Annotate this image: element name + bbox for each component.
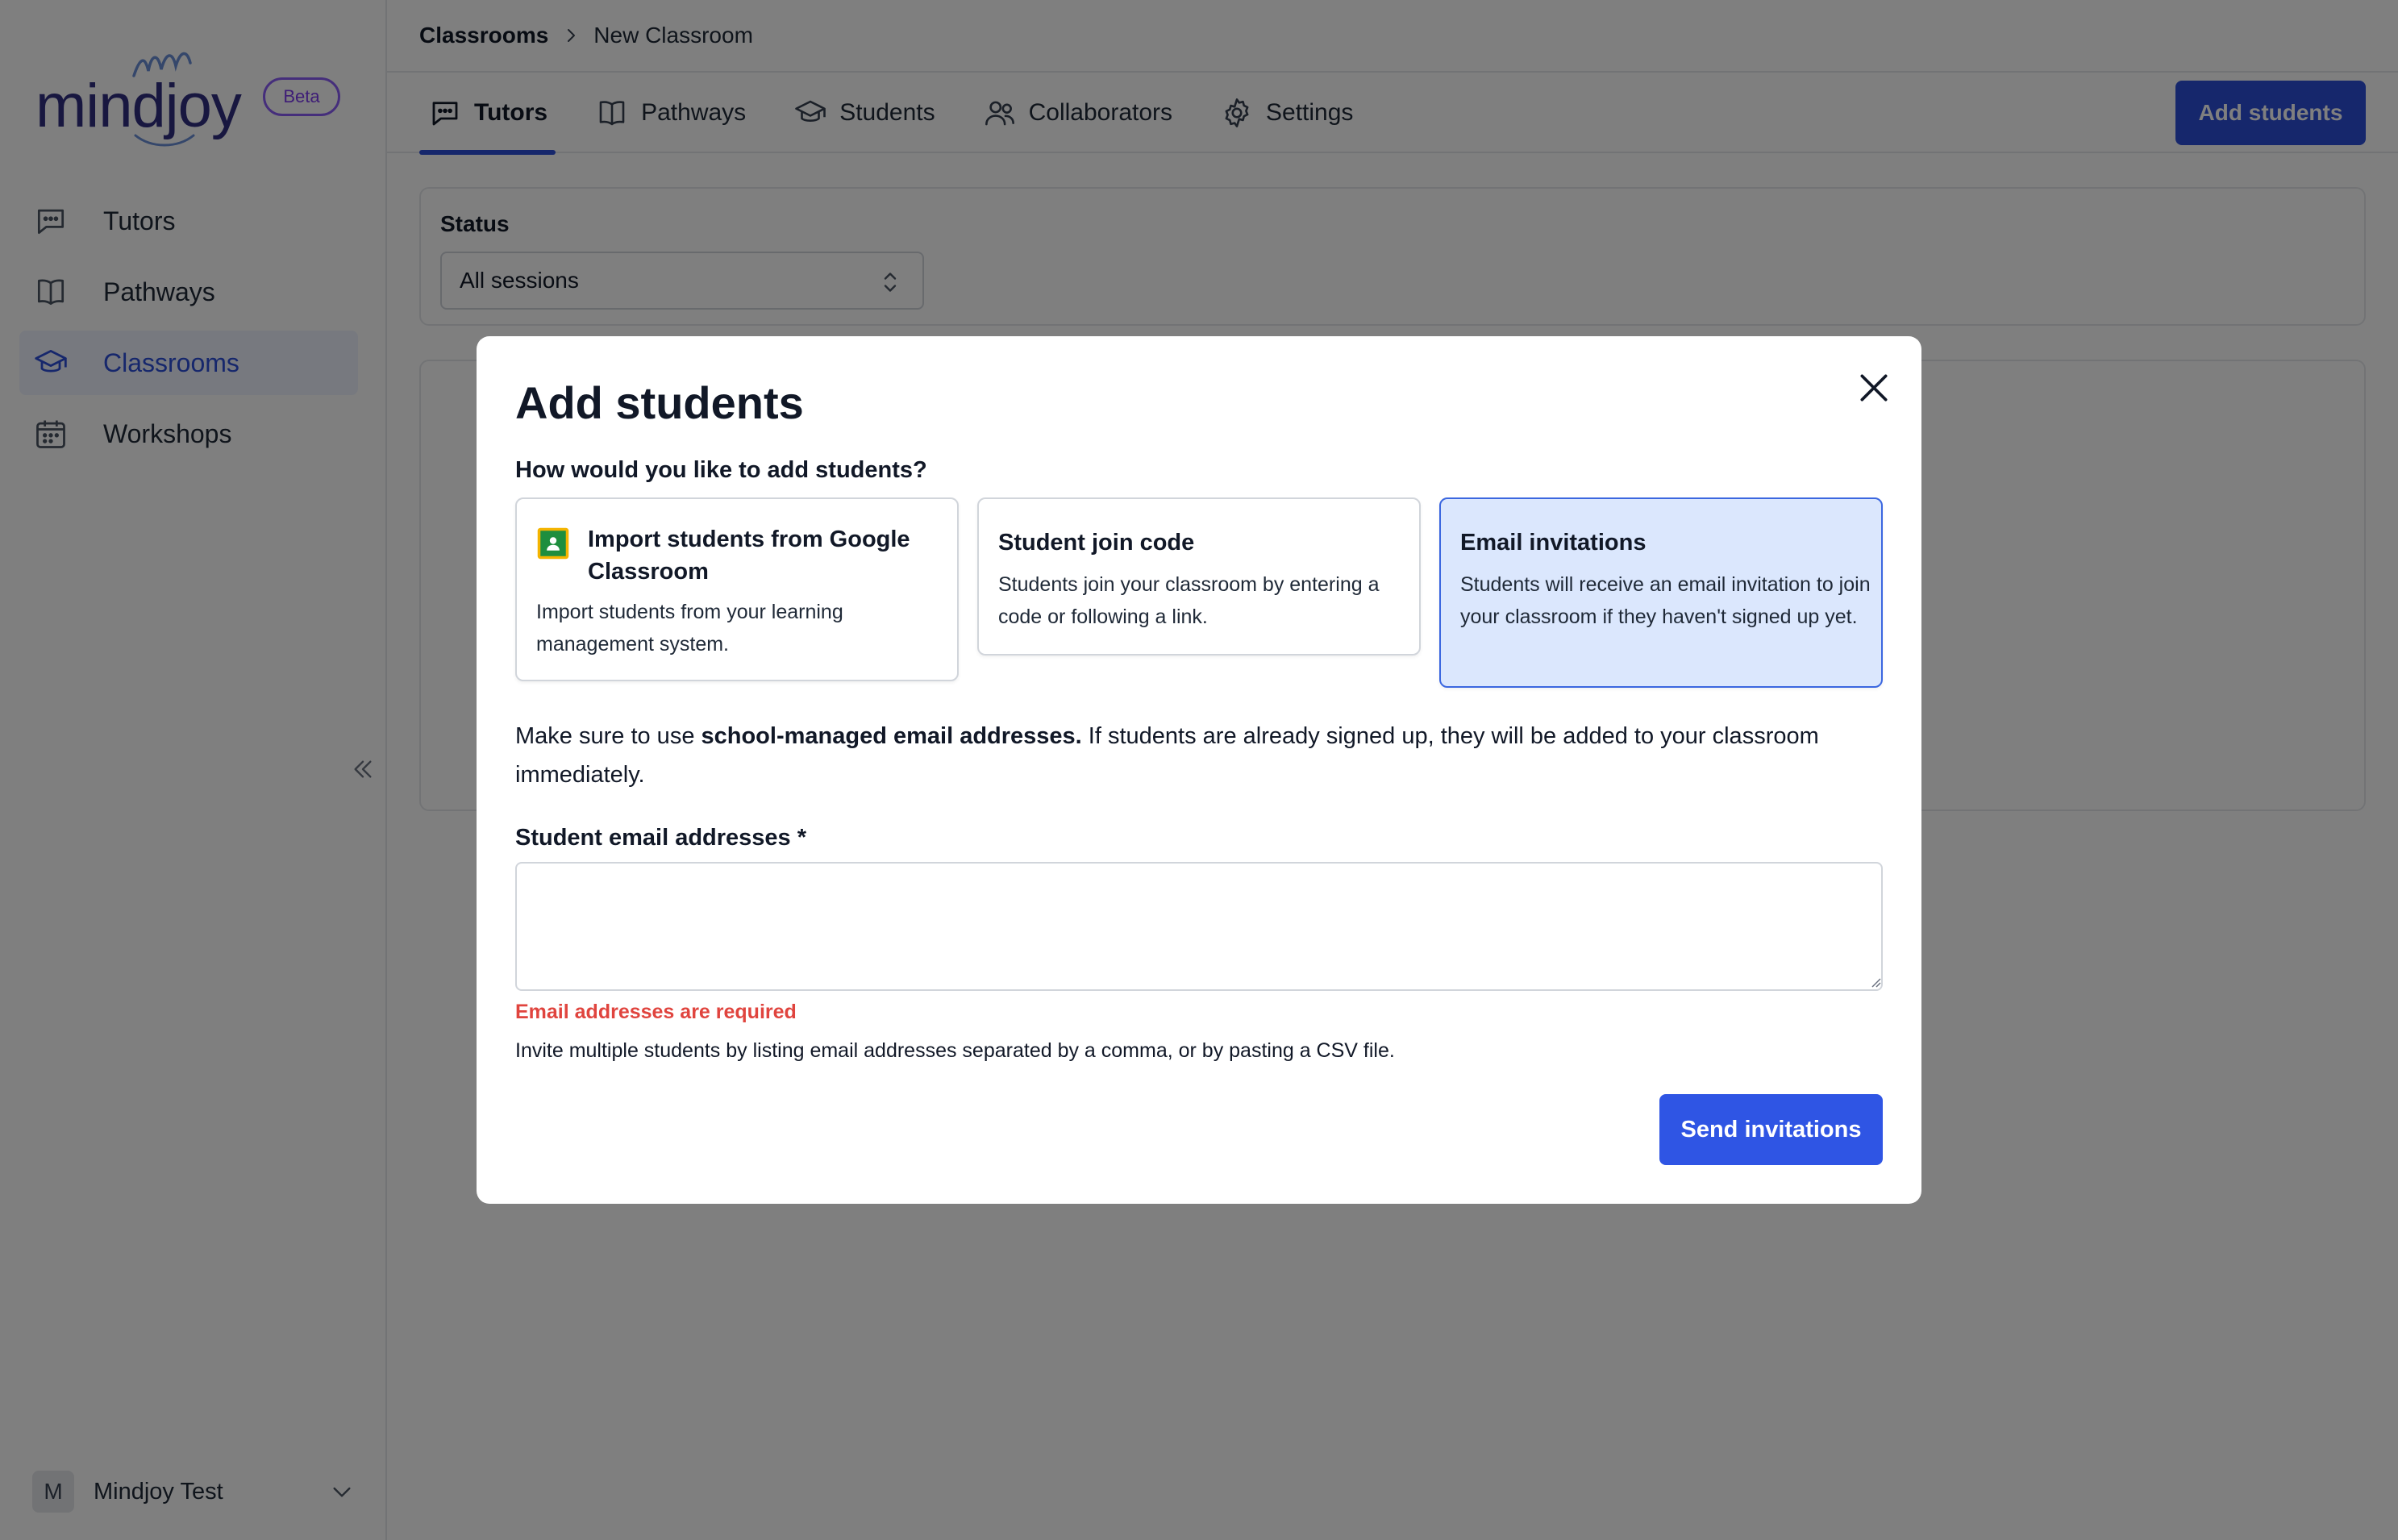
- option-email-invitations[interactable]: Email invitations Students will receive …: [1439, 497, 1883, 688]
- modal-question: How would you like to add students?: [515, 457, 927, 483]
- close-button[interactable]: [1851, 365, 1896, 410]
- notice-bold: school-managed email addresses.: [701, 723, 1082, 749]
- email-error: Email addresses are required: [515, 1001, 797, 1023]
- email-field-label: Student email addresses *: [515, 825, 807, 851]
- add-students-modal: Add students How would you like to add s…: [477, 336, 1921, 1204]
- email-help-text: Invite multiple students by listing emai…: [515, 1039, 1395, 1062]
- email-notice: Make sure to use school-managed email ad…: [515, 717, 1886, 794]
- modal-title: Add students: [515, 377, 804, 428]
- app-root: mindjoy Beta Tutors Pathways: [0, 0, 2398, 1540]
- option-google-classroom[interactable]: Import students from Google Classroom Im…: [515, 497, 959, 681]
- option-description: Students join your classroom by entering…: [998, 573, 1380, 628]
- resize-handle-icon[interactable]: [1870, 976, 1881, 988]
- option-description: Import students from your learning manag…: [536, 601, 843, 656]
- option-title: Student join code: [998, 530, 1195, 556]
- option-title: Email invitations: [1460, 530, 1647, 556]
- google-classroom-icon: [537, 527, 569, 560]
- option-join-code[interactable]: Student join code Students join your cla…: [977, 497, 1421, 656]
- email-field[interactable]: [515, 862, 1883, 991]
- notice-prefix: Make sure to use: [515, 723, 701, 749]
- send-invitations-button[interactable]: Send invitations: [1659, 1094, 1883, 1165]
- close-icon: [1860, 374, 1888, 402]
- option-description: Students will receive an email invitatio…: [1460, 573, 1871, 628]
- option-title: Import students from Google Classroom: [588, 527, 910, 585]
